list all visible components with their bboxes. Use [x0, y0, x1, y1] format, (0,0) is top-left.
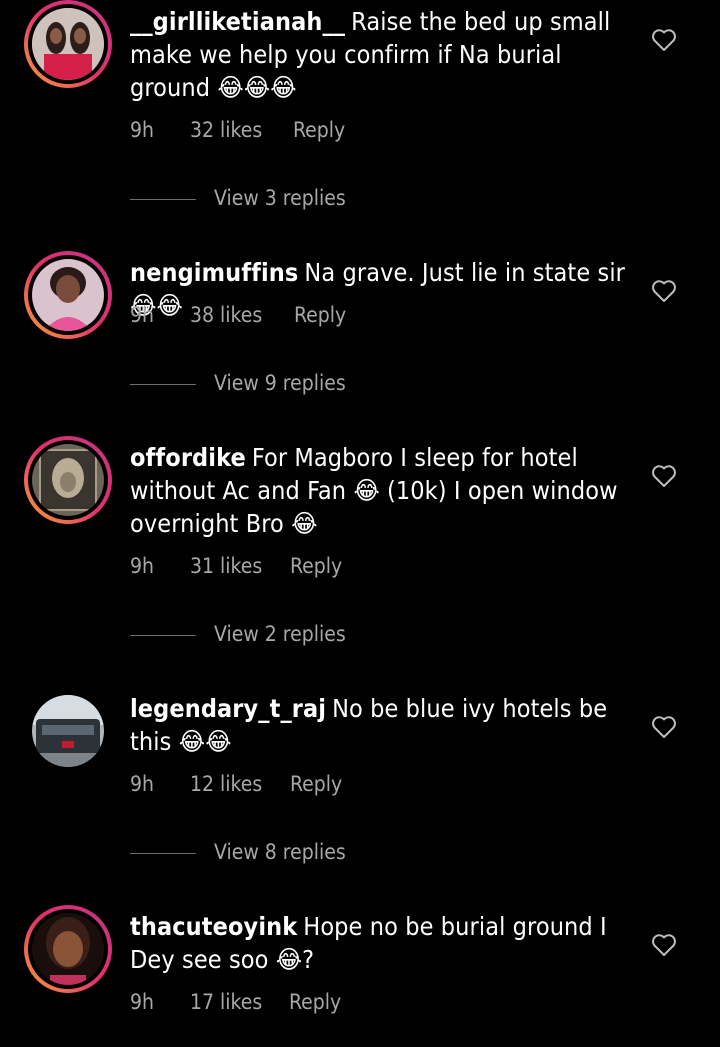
like-heart-icon[interactable] [651, 464, 677, 488]
comment-time: 9h [130, 772, 154, 796]
comment-text-block: thacuteoyink Hope no be burial ground I D… [130, 910, 625, 976]
reply-button[interactable]: Reply [289, 990, 341, 1014]
comment-time: 9h [130, 990, 154, 1014]
reply-button[interactable]: Reply [294, 303, 346, 327]
avatar[interactable] [32, 8, 104, 80]
comment-likes[interactable]: 31 likes [190, 554, 262, 578]
comment-text-block: offordike For Magboro I sleep for hotel w… [130, 441, 625, 540]
reply-button[interactable]: Reply [293, 118, 345, 142]
replies-divider [130, 199, 196, 200]
comment-likes[interactable]: 12 likes [190, 772, 262, 796]
like-heart-icon[interactable] [651, 715, 677, 739]
comment-likes[interactable]: 38 likes [190, 303, 262, 327]
like-heart-icon[interactable] [651, 28, 677, 52]
comment-text-block: legendary_t_raj No be blue ivy hotels be … [130, 692, 625, 758]
replies-divider [130, 635, 196, 636]
comment-username[interactable]: nengimuffins [130, 258, 298, 287]
avatar-story-ring[interactable] [24, 251, 112, 339]
avatar[interactable] [32, 913, 104, 985]
reply-button[interactable]: Reply [290, 554, 342, 578]
comment-text-block: __girlliketianah__ Raise the bed up small… [130, 5, 625, 104]
like-heart-icon[interactable] [651, 279, 677, 303]
comment-likes[interactable]: 32 likes [190, 118, 262, 142]
comment-time: 9h [130, 554, 154, 578]
view-replies-label[interactable]: View 2 replies [214, 622, 346, 646]
avatar[interactable] [32, 695, 104, 767]
view-replies-label[interactable]: View 8 replies [214, 840, 346, 864]
avatar[interactable] [32, 259, 104, 331]
avatar[interactable] [32, 444, 104, 516]
comment-username[interactable]: offordike [130, 443, 246, 472]
avatar-story-ring[interactable] [24, 0, 112, 88]
comment-time: 9h [130, 118, 154, 142]
like-heart-icon[interactable] [651, 933, 677, 957]
comment-likes[interactable]: 17 likes [190, 990, 262, 1014]
view-replies-label[interactable]: View 9 replies [214, 371, 346, 395]
avatar-frame[interactable] [24, 687, 112, 775]
comment-username[interactable]: thacuteoyink [130, 912, 297, 941]
reply-button[interactable]: Reply [290, 772, 342, 796]
comment-time: 9h [130, 303, 154, 327]
view-replies-label[interactable]: View 3 replies [214, 186, 346, 210]
replies-divider [130, 853, 196, 854]
avatar-story-ring[interactable] [24, 905, 112, 993]
avatar-story-ring[interactable] [24, 436, 112, 524]
replies-divider [130, 384, 196, 385]
comment-username[interactable]: legendary_t_raj [130, 694, 326, 723]
comment-username[interactable]: __girlliketianah__ [130, 7, 345, 36]
